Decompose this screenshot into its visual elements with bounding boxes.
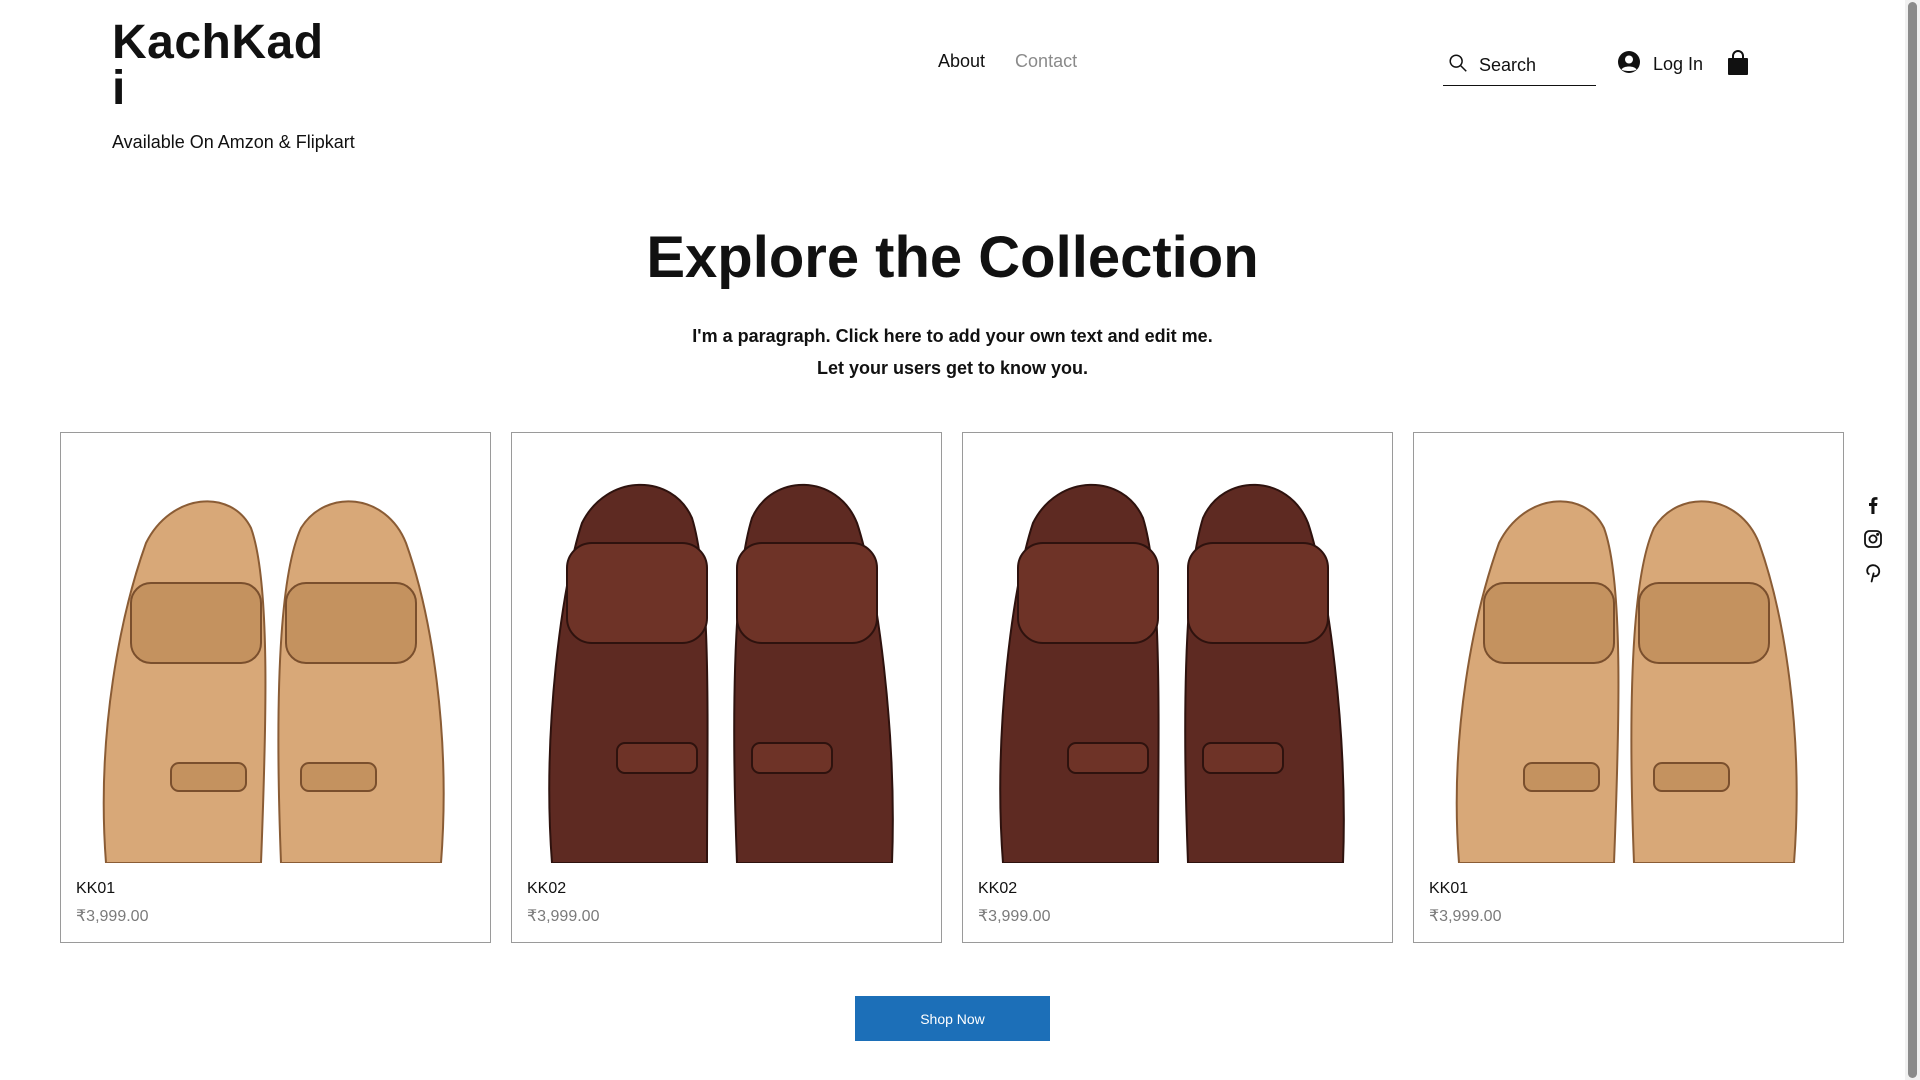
hero-paragraph: I'm a paragraph. Click here to add your … (0, 320, 1905, 384)
product-image[interactable] (963, 433, 1392, 863)
brand-name[interactable]: KachKadi (112, 19, 332, 113)
nav-about-link[interactable]: About (938, 51, 985, 72)
facebook-icon[interactable] (1863, 495, 1883, 515)
product-price: ₹3,999.00 (978, 908, 1051, 925)
sandal-pair-image (102, 500, 445, 863)
user-avatar-icon (1617, 50, 1641, 79)
main-nav: About Contact (938, 51, 1077, 72)
login-button[interactable]: Log In (1617, 50, 1703, 79)
product-name[interactable]: KK02 (527, 880, 566, 898)
product-card[interactable]: KK01 ₹3,999.00 (60, 432, 491, 943)
product-price: ₹3,999.00 (527, 908, 600, 925)
sandal-pair-image (999, 483, 1345, 863)
product-name[interactable]: KK01 (76, 880, 115, 898)
brand-tagline: Available On Amzon & Flipkart (112, 132, 355, 152)
login-label: Log In (1653, 54, 1704, 74)
search-icon (1443, 52, 1469, 79)
social-bar (1863, 495, 1883, 583)
product-price: ₹3,999.00 (1429, 908, 1502, 925)
instagram-icon[interactable] (1863, 529, 1883, 549)
cart-icon[interactable] (1727, 50, 1749, 76)
product-image[interactable] (512, 433, 941, 863)
scrollbar-thumb[interactable] (1908, 2, 1917, 1078)
search-box[interactable] (1443, 46, 1596, 86)
hero-paragraph-line-1: I'm a paragraph. Click here to add your … (692, 326, 1213, 346)
sandal-pair-image (548, 483, 894, 863)
brand: KachKadi Available On Amzon & Flipkart (112, 19, 355, 153)
product-grid: KK01 ₹3,999.00 KK02 ₹3,999.00 KK02 ₹3,99… (60, 432, 1844, 943)
hero-paragraph-line-2: Let your users get to know you. (816, 358, 1089, 378)
pinterest-icon[interactable] (1863, 563, 1883, 583)
product-card[interactable]: KK01 ₹3,999.00 (1413, 432, 1844, 943)
page-scrollbar[interactable] (1905, 0, 1920, 1080)
sandal-pair-image (1455, 500, 1798, 863)
shop-now-button[interactable]: Shop Now (855, 996, 1050, 1041)
search-input[interactable] (1479, 55, 1589, 76)
nav-contact-link[interactable]: Contact (1015, 51, 1077, 72)
product-price: ₹3,999.00 (76, 908, 149, 925)
product-name[interactable]: KK01 (1429, 880, 1468, 898)
product-name[interactable]: KK02 (978, 880, 1017, 898)
product-image[interactable] (61, 433, 490, 863)
product-card[interactable]: KK02 ₹3,999.00 (962, 432, 1393, 943)
product-image[interactable] (1414, 433, 1843, 863)
hero-title: Explore the Collection (646, 225, 1259, 290)
product-card[interactable]: KK02 ₹3,999.00 (511, 432, 942, 943)
